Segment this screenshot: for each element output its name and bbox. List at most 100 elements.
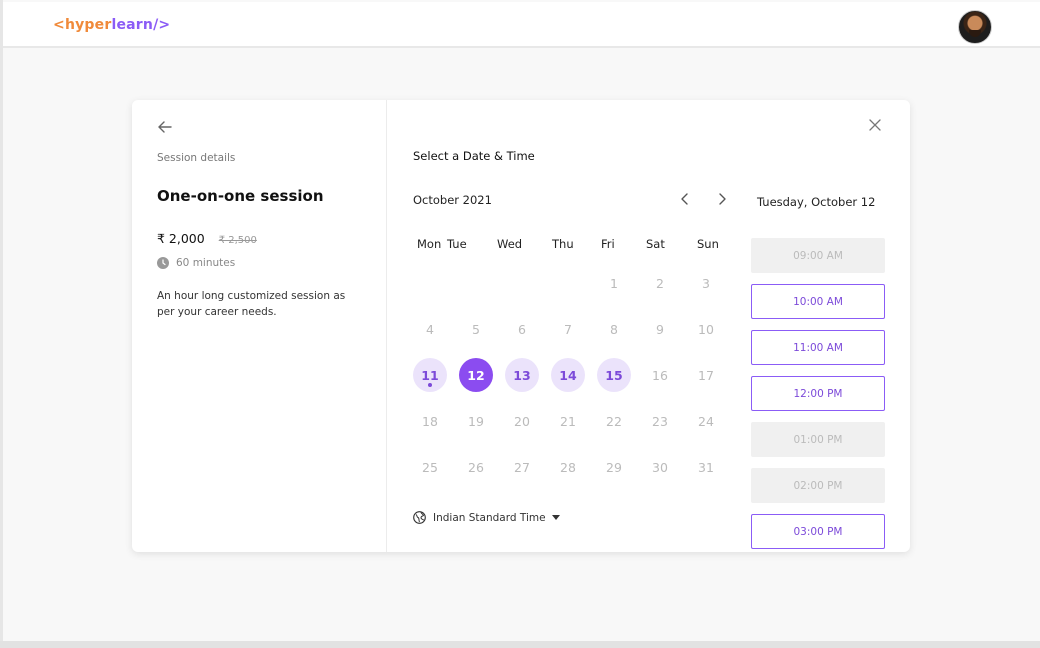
calendar-day-number: 20 bbox=[514, 413, 530, 429]
duration-row: 60 minutes bbox=[157, 257, 235, 269]
hyperlearn-logo[interactable]: <hyperlearn/> bbox=[53, 17, 170, 33]
clock-icon bbox=[157, 257, 169, 269]
calendar-day-number: 14 bbox=[559, 367, 577, 383]
calendar-day[interactable]: 13 bbox=[505, 358, 539, 392]
calendar-day[interactable]: 12 bbox=[459, 358, 493, 392]
weekday-3: Thu bbox=[552, 237, 574, 251]
logo-text-hyper: hyper bbox=[64, 17, 112, 33]
calendar-day-number: 24 bbox=[698, 413, 714, 429]
selected-date-label: Tuesday, October 12 bbox=[757, 195, 876, 209]
calendar-day-number: 27 bbox=[514, 459, 530, 475]
calendar-day: 7 bbox=[551, 312, 585, 346]
window-edge bbox=[0, 0, 3, 648]
session-original-price: ₹ 2,500 bbox=[218, 235, 257, 246]
time-slot-label: 01:00 PM bbox=[793, 433, 843, 446]
calendar-day: 1 bbox=[597, 266, 631, 300]
calendar-day-number: 15 bbox=[605, 367, 623, 383]
calendar-day: 30 bbox=[643, 450, 677, 484]
time-slot-label: 09:00 AM bbox=[793, 249, 843, 262]
calendar-day-number: 12 bbox=[467, 367, 485, 383]
calendar-day: 29 bbox=[597, 450, 631, 484]
calendar-day-number: 9 bbox=[656, 321, 664, 337]
calendar-day-number: 22 bbox=[606, 413, 622, 429]
calendar-day: 2 bbox=[643, 266, 677, 300]
time-slot-button[interactable]: 03:00 PM bbox=[751, 514, 885, 549]
calendar-day-number: 4 bbox=[426, 321, 434, 337]
booking-modal: Session details One-on-one session ₹ 2,0… bbox=[132, 100, 910, 552]
timezone-select[interactable]: Indian Standard Time bbox=[413, 511, 560, 524]
calendar-day-number: 6 bbox=[518, 321, 526, 337]
weekday-1: Tue bbox=[447, 237, 467, 251]
calendar-day-number: 26 bbox=[468, 459, 484, 475]
logo-text-learn: learn bbox=[111, 17, 154, 33]
picker-title: Select a Date & Time bbox=[413, 149, 535, 163]
calendar-day-number: 29 bbox=[606, 459, 622, 475]
calendar-day-number: 1 bbox=[610, 275, 618, 291]
time-slot-button[interactable]: 10:00 AM bbox=[751, 284, 885, 319]
calendar-day: 18 bbox=[413, 404, 447, 438]
time-slot-label: 02:00 PM bbox=[793, 479, 843, 492]
calendar-day: 3 bbox=[689, 266, 723, 300]
calendar-day: 27 bbox=[505, 450, 539, 484]
weekday-header: Mon Tue Wed Thu Fri Sat Sun bbox=[413, 237, 723, 253]
calendar-day[interactable]: 11 bbox=[413, 358, 447, 392]
calendar-day: 20 bbox=[505, 404, 539, 438]
calendar-day: 31 bbox=[689, 450, 723, 484]
calendar-day-number: 23 bbox=[652, 413, 668, 429]
calendar-day: 5 bbox=[459, 312, 493, 346]
time-slot-button[interactable]: 11:00 AM bbox=[751, 330, 885, 365]
calendar-day-number: 5 bbox=[472, 321, 480, 337]
calendar-day: 6 bbox=[505, 312, 539, 346]
time-slot-button: 09:00 AM bbox=[751, 238, 885, 273]
calendar-day: 25 bbox=[413, 450, 447, 484]
calendar-day-number: 21 bbox=[560, 413, 576, 429]
time-slot-label: 12:00 PM bbox=[793, 387, 843, 400]
calendar-day-number: 18 bbox=[422, 413, 438, 429]
logo-bracket-open: < bbox=[53, 17, 65, 33]
calendar-day[interactable]: 14 bbox=[551, 358, 585, 392]
arrow-left-icon[interactable] bbox=[156, 118, 174, 136]
globe-icon bbox=[413, 511, 426, 524]
calendar-day-number: 28 bbox=[560, 459, 576, 475]
window-bottom-edge bbox=[0, 641, 1040, 648]
calendar-day-number: 19 bbox=[468, 413, 484, 429]
time-slot-button[interactable]: 12:00 PM bbox=[751, 376, 885, 411]
calendar-day: 23 bbox=[643, 404, 677, 438]
calendar-day: 19 bbox=[459, 404, 493, 438]
calendar-day: 4 bbox=[413, 312, 447, 346]
timezone-label: Indian Standard Time bbox=[433, 511, 546, 524]
calendar-day-number: 13 bbox=[513, 367, 531, 383]
session-price: ₹ 2,000 bbox=[157, 231, 205, 246]
calendar-day-number: 25 bbox=[422, 459, 438, 475]
weekday-6: Sun bbox=[697, 237, 719, 251]
top-navbar: <hyperlearn/> bbox=[3, 2, 1040, 48]
time-slot-list[interactable]: 09:00 AM 10:00 AM 11:00 AM 12:00 PM 01:00 PM… bbox=[751, 238, 885, 550]
close-icon[interactable] bbox=[868, 118, 882, 132]
chevron-left-icon[interactable] bbox=[678, 192, 692, 206]
time-slot-label: 10:00 AM bbox=[793, 295, 843, 308]
time-slot-button: 01:00 PM bbox=[751, 422, 885, 457]
time-slot-button: 02:00 PM bbox=[751, 468, 885, 503]
calendar-day[interactable]: 15 bbox=[597, 358, 631, 392]
calendar-day: 9 bbox=[643, 312, 677, 346]
calendar-day-number: 8 bbox=[610, 321, 618, 337]
user-avatar[interactable] bbox=[958, 10, 992, 44]
time-slot-label: 03:00 PM bbox=[793, 525, 843, 538]
logo-bracket-close: /> bbox=[153, 17, 171, 33]
calendar-day: 28 bbox=[551, 450, 585, 484]
weekday-4: Fri bbox=[601, 237, 615, 251]
calendar-day: 21 bbox=[551, 404, 585, 438]
panel-divider bbox=[386, 100, 387, 552]
calendar-day: 17 bbox=[689, 358, 723, 392]
calendar-day: 22 bbox=[597, 404, 631, 438]
time-slot-label: 11:00 AM bbox=[793, 341, 843, 354]
session-description: An hour long customized session as per y… bbox=[157, 290, 346, 318]
chevron-right-icon[interactable] bbox=[715, 192, 729, 206]
calendar-month: October 2021 bbox=[413, 193, 492, 207]
calendar-day: 8 bbox=[597, 312, 631, 346]
calendar-grid: 1 2 3 4 5 6 7 8 9 10 11 12 13 14 15 16 17 18 19 20 21 22 23 24 2… bbox=[413, 266, 743, 496]
session-duration: 60 minutes bbox=[176, 257, 236, 269]
calendar-day-number: 30 bbox=[652, 459, 668, 475]
caret-down-icon bbox=[551, 514, 560, 520]
calendar-day: 16 bbox=[643, 358, 677, 392]
